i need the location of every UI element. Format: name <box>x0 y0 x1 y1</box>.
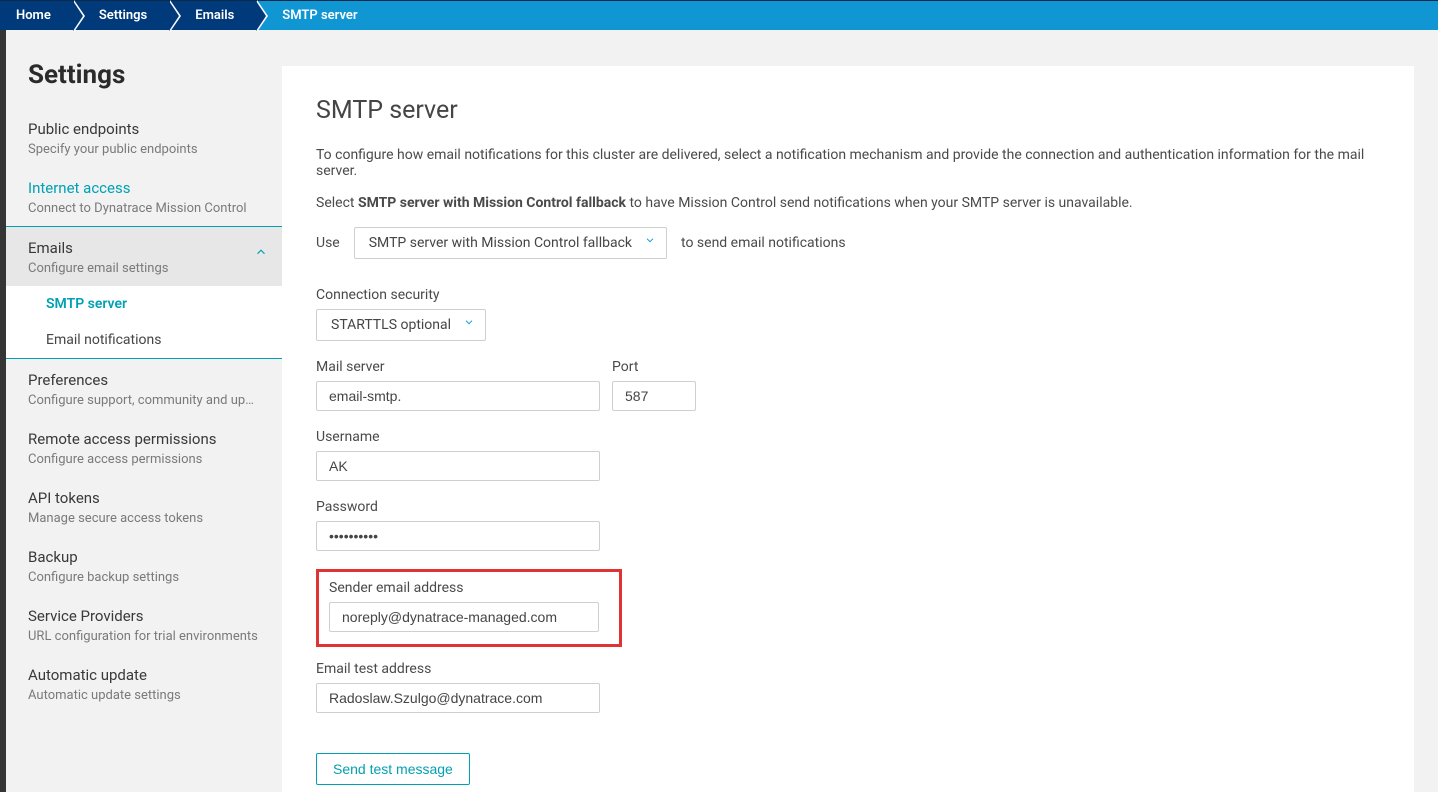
select-value: SMTP server with Mission Control fallbac… <box>369 235 632 251</box>
nav-title: Preferences <box>28 371 260 389</box>
port-input[interactable] <box>612 381 696 411</box>
fallback-hint: Select SMTP server with Mission Control … <box>316 195 1380 211</box>
hint-bold: SMTP server with Mission Control fallbac… <box>358 195 626 211</box>
select-value: STARTTLS optional <box>331 317 451 333</box>
password-group: Password <box>316 499 1380 551</box>
nav-desc: Automatic update settings <box>28 688 260 703</box>
breadcrumb-label: SMTP server <box>282 8 357 23</box>
breadcrumb-emails[interactable]: Emails <box>169 1 256 30</box>
connection-security-select[interactable]: STARTTLS optional <box>316 309 486 341</box>
username-group: Username <box>316 429 1380 481</box>
nav-title: Internet access <box>28 179 260 197</box>
nav-title: Public endpoints <box>28 120 260 138</box>
username-input[interactable] <box>316 451 600 481</box>
nav-desc: Connect to Dynatrace Mission Control <box>28 201 260 216</box>
page-heading: SMTP server <box>316 96 1380 125</box>
nav-title: Backup <box>28 548 260 566</box>
breadcrumb-home[interactable]: Home <box>0 1 73 30</box>
nav-desc: Manage secure access tokens <box>28 511 260 526</box>
port-label: Port <box>612 359 696 375</box>
sub-item-label: SMTP server <box>46 296 127 312</box>
hint-prefix: Select <box>316 195 358 211</box>
sub-item-label: Email notifications <box>46 332 161 348</box>
nav-desc: Configure backup settings <box>28 570 260 585</box>
nav-desc: Specify your public endpoints <box>28 142 260 157</box>
nav-desc: Configure support, community and upda... <box>28 393 260 408</box>
use-label-pre: Use <box>316 235 340 251</box>
sub-email-notifications[interactable]: Email notifications <box>6 322 282 358</box>
chevron-down-icon <box>644 234 656 250</box>
nav-title: Emails <box>28 239 260 257</box>
chevron-down-icon <box>463 316 475 332</box>
nav-emails-subitems: SMTP server Email notifications <box>6 286 282 359</box>
nav-emails[interactable]: Emails Configure email settings <box>6 226 282 286</box>
hint-suffix: to have Mission Control send notificatio… <box>626 195 1133 211</box>
sub-smtp-server[interactable]: SMTP server <box>6 286 282 322</box>
settings-sidebar: Settings Public endpoints Specify your p… <box>0 30 282 792</box>
sender-email-label: Sender email address <box>329 580 609 596</box>
main-content-wrap: SMTP server To configure how email notif… <box>282 30 1438 792</box>
nav-title: Service Providers <box>28 607 260 625</box>
username-label: Username <box>316 429 1380 445</box>
breadcrumb-smtp-server: SMTP server <box>256 1 379 30</box>
send-test-button[interactable]: Send test message <box>316 753 470 785</box>
test-email-group: Email test address <box>316 661 1380 713</box>
sender-email-group: Sender email address <box>329 580 609 632</box>
breadcrumb-label: Settings <box>99 8 147 23</box>
nav-desc: URL configuration for trial environments <box>28 629 260 644</box>
password-label: Password <box>316 499 1380 515</box>
mail-server-input[interactable] <box>316 381 600 411</box>
nav-service-providers[interactable]: Service Providers URL configuration for … <box>6 595 282 654</box>
mail-server-label: Mail server <box>316 359 600 375</box>
connection-security-group: Connection security STARTTLS optional <box>316 287 1380 341</box>
nav-api-tokens[interactable]: API tokens Manage secure access tokens <box>6 477 282 536</box>
breadcrumb-settings[interactable]: Settings <box>73 1 169 30</box>
connection-security-label: Connection security <box>316 287 1380 303</box>
test-email-input[interactable] <box>316 683 600 713</box>
chevron-up-icon <box>254 245 268 259</box>
button-label: Send test message <box>333 761 453 777</box>
breadcrumb-bar: Home Settings Emails SMTP server <box>0 0 1438 30</box>
nav-internet-access[interactable]: Internet access Connect to Dynatrace Mis… <box>6 167 282 226</box>
nav-title: Remote access permissions <box>28 430 260 448</box>
breadcrumb-label: Emails <box>195 8 234 23</box>
nav-title: API tokens <box>28 489 260 507</box>
sender-email-highlight: Sender email address <box>316 569 622 647</box>
nav-title: Automatic update <box>28 666 260 684</box>
sidebar-title: Settings <box>6 60 282 108</box>
sender-email-input[interactable] <box>329 602 599 632</box>
intro-text: To configure how email notifications for… <box>316 147 1380 179</box>
nav-desc: Configure email settings <box>28 261 260 276</box>
nav-preferences[interactable]: Preferences Configure support, community… <box>6 359 282 418</box>
breadcrumb-label: Home <box>16 8 51 23</box>
nav-public-endpoints[interactable]: Public endpoints Specify your public end… <box>6 108 282 167</box>
smtp-card: SMTP server To configure how email notif… <box>282 66 1414 792</box>
nav-desc: Configure access permissions <box>28 452 260 467</box>
mail-server-port-group: Mail server Port <box>316 359 1380 411</box>
use-label-post: to send email notifications <box>681 235 846 251</box>
test-email-label: Email test address <box>316 661 1380 677</box>
nav-remote-access[interactable]: Remote access permissions Configure acce… <box>6 418 282 477</box>
use-row: Use SMTP server with Mission Control fal… <box>316 227 1380 259</box>
notification-mechanism-select[interactable]: SMTP server with Mission Control fallbac… <box>354 227 667 259</box>
password-input[interactable] <box>316 521 600 551</box>
nav-backup[interactable]: Backup Configure backup settings <box>6 536 282 595</box>
nav-automatic-update[interactable]: Automatic update Automatic update settin… <box>6 654 282 713</box>
